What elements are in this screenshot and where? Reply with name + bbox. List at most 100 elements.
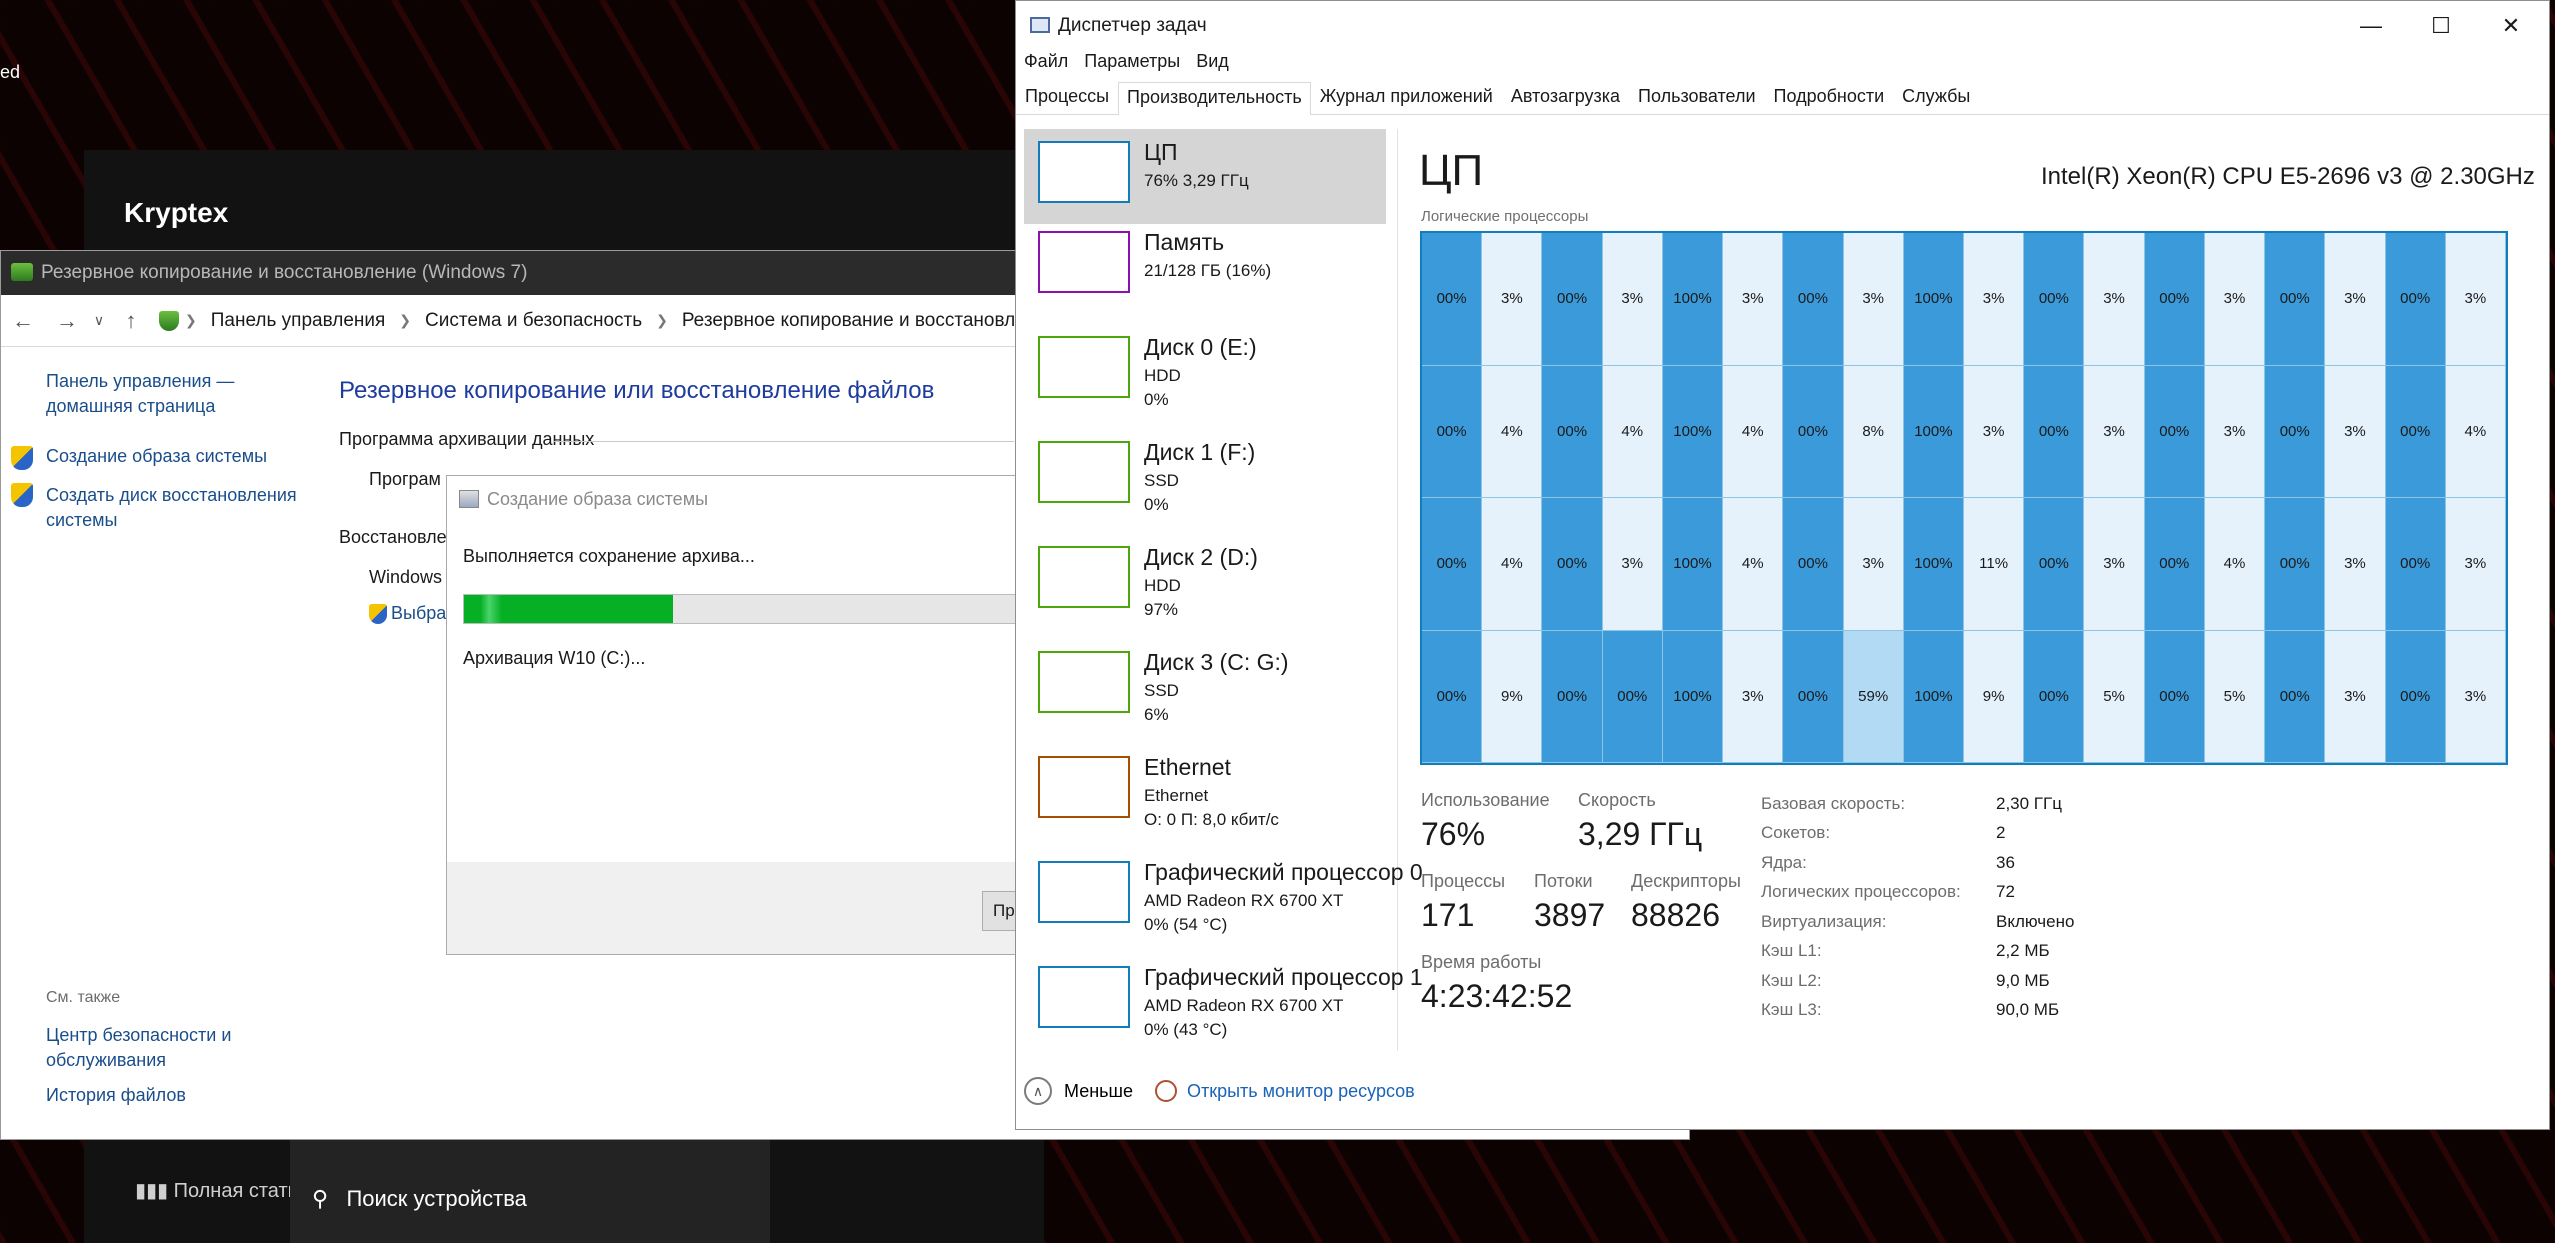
resource-item[interactable]: Диск 1 (F:) SSD 0% [1024, 429, 1386, 524]
maximize-icon[interactable]: ☐ [2406, 1, 2476, 51]
dialog-status: Архивация W10 (C:)... [463, 648, 646, 668]
tab-performance[interactable]: Производительность [1118, 82, 1311, 115]
logical-processor-cell: 4% [1482, 498, 1543, 631]
logical-processor-cell: 00% [2265, 233, 2326, 366]
recent-chevron-icon[interactable]: ∨ [89, 312, 109, 329]
tab-details[interactable]: Подробности [1765, 81, 1894, 114]
logical-processor-cell: 00% [2024, 233, 2085, 366]
menu-options[interactable]: Параметры [1076, 51, 1188, 79]
resource-value: 0% (54 °C) [1144, 915, 1228, 934]
kryptex-stats-label: Полная стати [173, 1180, 299, 1202]
collapse-chevron-icon[interactable]: ∧ [1024, 1077, 1052, 1105]
minimize-icon[interactable]: — [2336, 1, 2406, 51]
cpu-model: Intel(R) Xeon(R) CPU E5-2696 v3 @ 2.30GH… [2041, 163, 2535, 190]
logical-processor-cell: 00% [1783, 498, 1844, 631]
cpu-info-label: Виртуализация: [1761, 911, 1887, 931]
tab-app-history[interactable]: Журнал приложений [1311, 81, 1502, 114]
logical-processor-cell: 3% [2084, 365, 2145, 498]
cpu-info-row: Кэш L1: 2,2 МБ [1761, 937, 2181, 967]
create-system-image-link[interactable]: Создание образа системы [46, 446, 267, 467]
breadcrumb-system-security[interactable]: Система и безопасность [411, 310, 656, 332]
logical-processor-cell: 00% [1422, 630, 1483, 763]
page-title: Резервное копирование или восстановление… [339, 377, 935, 404]
logical-processor-cell: 100% [1662, 498, 1724, 631]
resource-detail: 21/128 ГБ (16%) [1144, 261, 1272, 280]
logical-processor-cell: 00% [2144, 498, 2205, 631]
fewer-details-link[interactable]: Меньше [1064, 1081, 1133, 1102]
logical-processor-cell: 5% [2204, 630, 2266, 763]
logical-processor-cell: 9% [1963, 630, 2025, 763]
logical-processor-cell: 3% [2325, 233, 2386, 366]
kryptex-find-device[interactable]: ⚲ Поиск устройства [312, 1186, 527, 1212]
tab-users[interactable]: Пользователи [1629, 81, 1764, 114]
cpu-info-label: Кэш L3: [1761, 1000, 1822, 1020]
logical-processor-cell: 3% [1602, 233, 1663, 366]
forward-arrow-icon[interactable]: → [45, 308, 89, 334]
logical-processor-cell: 100% [1903, 365, 1964, 498]
resource-item[interactable]: Диск 0 (E:) HDD 0% [1024, 324, 1386, 419]
menu-file[interactable]: Файл [1016, 51, 1076, 79]
cpu-info-label: Логических процессоров: [1761, 882, 1961, 902]
resource-item[interactable]: Диск 3 (C: G:) SSD 6% [1024, 639, 1386, 734]
restore-select-link[interactable]: Выбра [369, 603, 446, 624]
menu-view[interactable]: Вид [1188, 51, 1237, 79]
resource-detail: SSD [1144, 471, 1179, 490]
usage-label: Использование [1421, 790, 1550, 810]
logical-processor-cell: 100% [1662, 233, 1724, 366]
cpu-info-row: Виртуализация: Включено [1761, 907, 2181, 937]
task-manager-window: Диспетчер задач — ☐ ✕ Файл Параметры Вид… [1015, 0, 2550, 1130]
logical-processor-cell: 00% [2144, 233, 2205, 366]
up-arrow-icon[interactable]: ↑ [109, 308, 153, 334]
open-resource-monitor-link[interactable]: Открыть монитор ресурсов [1187, 1081, 1415, 1102]
back-arrow-icon[interactable]: ← [1, 308, 45, 334]
logical-processor-cell: 00% [2265, 498, 2326, 631]
logical-processor-grid: 00% 3% 00% 3% 100% 3% 00% 3% 100% 3% 00% 3% 00% 3% 00%… [1420, 231, 2508, 765]
logical-processor-cell: 00% [2024, 498, 2085, 631]
cpu-info-table: Базовая скорость: 2,30 ГГц Сокетов: 2 Ядра: 3… [1761, 789, 2181, 1025]
security-center-link[interactable]: Центр безопасности и обслуживания [46, 1023, 296, 1073]
tab-processes[interactable]: Процессы [1016, 81, 1118, 114]
control-panel-home-link[interactable]: Панель управления — домашняя страница [46, 369, 306, 419]
tab-strip: Процессы Производительность Журнал прило… [1016, 81, 2549, 115]
resource-detail: AMD Radeon RX 6700 XT [1144, 891, 1344, 910]
logical-processor-cell: 00% [1422, 233, 1483, 366]
logical-processor-cell: 100% [1903, 498, 1964, 631]
close-icon[interactable]: ✕ [2476, 1, 2546, 51]
cpu-info-label: Кэш L1: [1761, 941, 1822, 961]
kryptex-stats-link[interactable]: ▮▮▮ Полная стати [135, 1178, 299, 1203]
logical-processor-cell: 3% [1963, 365, 2025, 498]
logical-processor-cell: 100% [1903, 233, 1964, 366]
resource-item[interactable]: Графический процессор 1 AMD Radeon RX 670… [1024, 954, 1423, 1049]
resource-monitor-icon [1154, 1080, 1177, 1102]
logical-processor-cell: 3% [2325, 630, 2386, 763]
task-manager-footer: ∧ Меньше Открыть монитор ресурсов [1024, 1071, 1415, 1111]
logical-processor-cell: 00% [1542, 233, 1603, 366]
resource-name: Ethernet [1144, 754, 1231, 780]
tab-services[interactable]: Службы [1893, 81, 1979, 114]
resource-list: ЦП 76% 3,29 ГГц Память 21/128 ГБ (16%) Диск … [1024, 129, 1423, 1051]
file-history-link[interactable]: История файлов [46, 1085, 186, 1106]
logical-processor-cell: 3% [2325, 498, 2386, 631]
progress-fill [464, 595, 674, 623]
logical-processor-cell: 9% [1482, 630, 1543, 763]
resource-graph-thumbnail [1038, 861, 1130, 923]
logical-processor-cell: 00% [1602, 630, 1663, 763]
tab-startup[interactable]: Автозагрузка [1502, 81, 1629, 114]
logical-processor-cell: 8% [1843, 365, 1904, 498]
logical-processor-cell: 100% [1662, 630, 1724, 763]
logical-processor-cell: 59% [1843, 630, 1904, 763]
resource-item[interactable]: ЦП 76% 3,29 ГГц [1024, 129, 1386, 224]
resource-item[interactable]: Ethernet Ethernet О: 0 П: 8,0 кбит/с [1024, 744, 1386, 839]
resource-item[interactable]: Диск 2 (D:) HDD 97% [1024, 534, 1386, 629]
logical-processor-cell: 00% [2385, 630, 2446, 763]
resource-name: Графический процессор 1 [1144, 964, 1423, 990]
logical-processor-cell: 3% [2445, 498, 2506, 631]
resource-item[interactable]: Память 21/128 ГБ (16%) [1024, 219, 1386, 314]
resource-detail: AMD Radeon RX 6700 XT [1144, 996, 1344, 1015]
create-recovery-disk-link[interactable]: Создать диск восстановления системы [46, 483, 306, 533]
breadcrumb-control-panel[interactable]: Панель управления [197, 310, 400, 332]
resource-item[interactable]: Графический процессор 0 AMD Radeon RX 670… [1024, 849, 1423, 944]
dialog-message: Выполняется сохранение архива... [463, 546, 755, 566]
uptime-label: Время работы [1421, 952, 1542, 972]
logical-processor-cell: 00% [2144, 365, 2205, 498]
